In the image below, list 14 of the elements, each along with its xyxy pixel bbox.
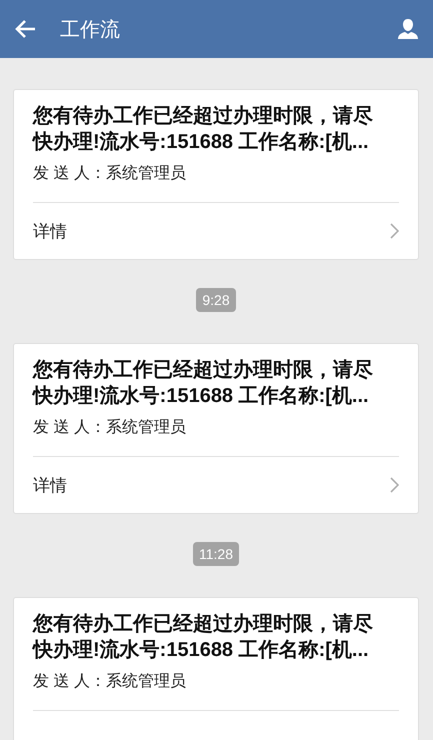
- message-title: 您有待办工作已经超过办理时限，请尽快办理!流水号:151688 工作名称:[机...: [33, 612, 374, 663]
- message-title: 您有待办工作已经超过办理时限，请尽快办理!流水号:151688 工作名称:[机...: [33, 104, 374, 155]
- sender-label: 发 送 人：系统管理员: [33, 164, 187, 184]
- chevron-icon: [390, 477, 399, 493]
- message-title: 您有待办工作已经超过办理时限，请尽快办理!流水号:151688 工作名称:[机...: [33, 358, 374, 409]
- timestamp: 9:28: [196, 288, 236, 312]
- details-link[interactable]: 详情: [33, 203, 399, 259]
- sender-label: 发 送 人：系统管理员: [33, 672, 187, 692]
- user-icon[interactable]: [397, 18, 419, 40]
- page-title: 工作流: [60, 18, 121, 42]
- timestamp: 11:28: [193, 542, 239, 566]
- sender-label: 发 送 人：系统管理员: [33, 418, 187, 438]
- details-link[interactable]: 详情: [33, 457, 399, 513]
- chevron-icon: [390, 223, 399, 239]
